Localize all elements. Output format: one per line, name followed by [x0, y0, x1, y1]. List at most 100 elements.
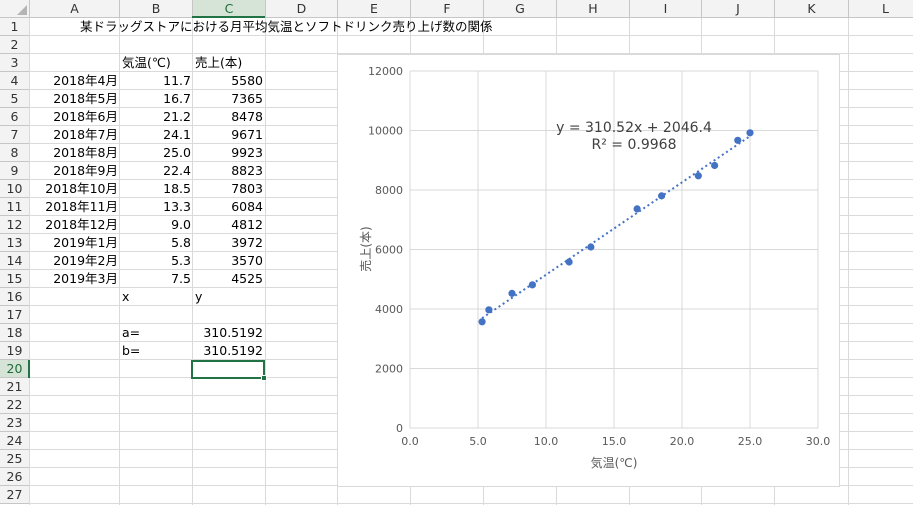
trendline-r-squared[interactable]: R² = 0.9968 [592, 137, 677, 153]
column-header-d[interactable]: D [266, 0, 338, 18]
sales-cell[interactable]: 8823 [192, 162, 263, 180]
month-cell[interactable]: 2019年3月 [30, 270, 118, 288]
row-header-10[interactable]: 10 [0, 180, 30, 198]
row-header-5[interactable]: 5 [0, 90, 30, 108]
row-header-15[interactable]: 15 [0, 270, 30, 288]
column-header-l[interactable]: L [849, 0, 913, 18]
x-axis-title[interactable]: 気温(℃) [591, 455, 638, 470]
row-header-1[interactable]: 1 [0, 18, 30, 36]
data-point[interactable] [711, 161, 719, 170]
sales-cell[interactable]: 7803 [192, 180, 263, 198]
month-cell[interactable]: 2018年4月 [30, 72, 118, 90]
data-point[interactable] [746, 129, 754, 137]
column-header-a[interactable]: A [30, 0, 120, 18]
sales-cell[interactable]: 9923 [192, 144, 263, 162]
temp-cell[interactable]: 5.8 [120, 234, 191, 252]
month-cell[interactable]: 2018年5月 [30, 90, 118, 108]
data-point[interactable] [694, 172, 702, 180]
fill-handle[interactable] [261, 375, 267, 381]
column-header-i[interactable]: I [630, 0, 702, 18]
header-temp-cell[interactable]: 気温(℃) [122, 54, 171, 72]
spreadsheet[interactable]: ABCDEFGHIJKL 1 2 3 4 5 6 7 8 9 10 11 12 13 14 15 16 17 18… [0, 0, 913, 505]
header-sales-cell[interactable]: 売上(本) [195, 54, 242, 72]
sales-cell[interactable]: 9671 [192, 126, 263, 144]
temp-cell[interactable]: 11.7 [120, 72, 191, 90]
month-cell[interactable]: 2018年11月 [30, 198, 118, 216]
row-header-4[interactable]: 4 [0, 72, 30, 90]
label-b-cell[interactable]: b= [122, 342, 140, 360]
data-point[interactable] [734, 136, 742, 144]
label-y-cell[interactable]: y [195, 288, 202, 306]
sales-cell[interactable]: 6084 [192, 198, 263, 216]
row-header-18[interactable]: 18 [0, 324, 30, 342]
sales-cell[interactable]: 7365 [192, 90, 263, 108]
trendline[interactable] [481, 135, 751, 319]
month-cell[interactable]: 2018年8月 [30, 144, 118, 162]
temp-cell[interactable]: 22.4 [120, 162, 191, 180]
data-point[interactable] [485, 306, 493, 314]
label-x-cell[interactable]: x [122, 288, 129, 306]
row-header-6[interactable]: 6 [0, 108, 30, 126]
column-header-f[interactable]: F [411, 0, 484, 18]
select-all-corner[interactable] [0, 0, 30, 18]
y-axis-title[interactable]: 売上(本) [358, 226, 373, 271]
month-cell[interactable]: 2019年1月 [30, 234, 118, 252]
data-point[interactable] [478, 318, 486, 326]
column-header-e[interactable]: E [338, 0, 411, 18]
row-header-17[interactable]: 17 [0, 306, 30, 324]
row-header-8[interactable]: 8 [0, 144, 30, 162]
row-header-20[interactable]: 20 [0, 360, 30, 378]
value-a-cell[interactable]: 310.5192 [192, 324, 263, 342]
column-header-h[interactable]: H [557, 0, 630, 18]
row-header-19[interactable]: 19 [0, 342, 30, 360]
column-header-j[interactable]: J [702, 0, 775, 18]
temp-cell[interactable]: 9.0 [120, 216, 191, 234]
row-header-2[interactable]: 2 [0, 36, 30, 54]
sales-cell[interactable]: 8478 [192, 108, 263, 126]
column-header-b[interactable]: B [120, 0, 193, 18]
scatter-chart[interactable]: 0 2000 4000 6000 8000 10000 12000 0.0 5.0 10.0 15… [337, 54, 840, 487]
temp-cell[interactable]: 25.0 [120, 144, 191, 162]
temp-cell[interactable]: 21.2 [120, 108, 191, 126]
month-cell[interactable]: 2018年7月 [30, 126, 118, 144]
sales-cell[interactable]: 5580 [192, 72, 263, 90]
sales-cell[interactable]: 4525 [192, 270, 263, 288]
temp-cell[interactable]: 13.3 [120, 198, 191, 216]
temp-cell[interactable]: 24.1 [120, 126, 191, 144]
row-header-16[interactable]: 16 [0, 288, 30, 306]
row-header-22[interactable]: 22 [0, 396, 30, 414]
data-point[interactable] [658, 192, 666, 200]
data-point[interactable] [633, 205, 641, 213]
month-cell[interactable]: 2018年6月 [30, 108, 118, 126]
label-a-cell[interactable]: a= [122, 324, 140, 342]
data-point[interactable] [587, 243, 595, 251]
row-header-12[interactable]: 12 [0, 216, 30, 234]
temp-cell[interactable]: 5.3 [120, 252, 191, 270]
column-header-k[interactable]: K [775, 0, 849, 18]
trendline-equation[interactable]: y = 310.52x + 2046.4 [556, 120, 712, 136]
sales-cell[interactable]: 3972 [192, 234, 263, 252]
row-header-21[interactable]: 21 [0, 378, 30, 396]
month-cell[interactable]: 2018年9月 [30, 162, 118, 180]
column-header-g[interactable]: G [484, 0, 557, 18]
row-header-25[interactable]: 25 [0, 450, 30, 468]
row-header-3[interactable]: 3 [0, 54, 30, 72]
sales-cell[interactable]: 4812 [192, 216, 263, 234]
month-cell[interactable]: 2018年12月 [30, 216, 118, 234]
temp-cell[interactable]: 18.5 [120, 180, 191, 198]
row-header-23[interactable]: 23 [0, 414, 30, 432]
title-cell-a1[interactable]: 某ドラッグストアにおける月平均気温とソフトドリンク売り上げ数の関係 [80, 18, 493, 36]
row-header-7[interactable]: 7 [0, 126, 30, 144]
sales-cell[interactable]: 3570 [192, 252, 263, 270]
month-cell[interactable]: 2018年10月 [30, 180, 118, 198]
row-header-11[interactable]: 11 [0, 198, 30, 216]
row-header-9[interactable]: 9 [0, 162, 30, 180]
selected-cell-c20[interactable] [191, 360, 265, 379]
data-point[interactable] [565, 258, 573, 266]
value-b-cell[interactable]: 310.5192 [192, 342, 263, 360]
data-point[interactable] [528, 281, 536, 289]
temp-cell[interactable]: 16.7 [120, 90, 191, 108]
row-header-24[interactable]: 24 [0, 432, 30, 450]
row-header-27[interactable]: 27 [0, 486, 30, 504]
data-point[interactable] [508, 289, 516, 297]
